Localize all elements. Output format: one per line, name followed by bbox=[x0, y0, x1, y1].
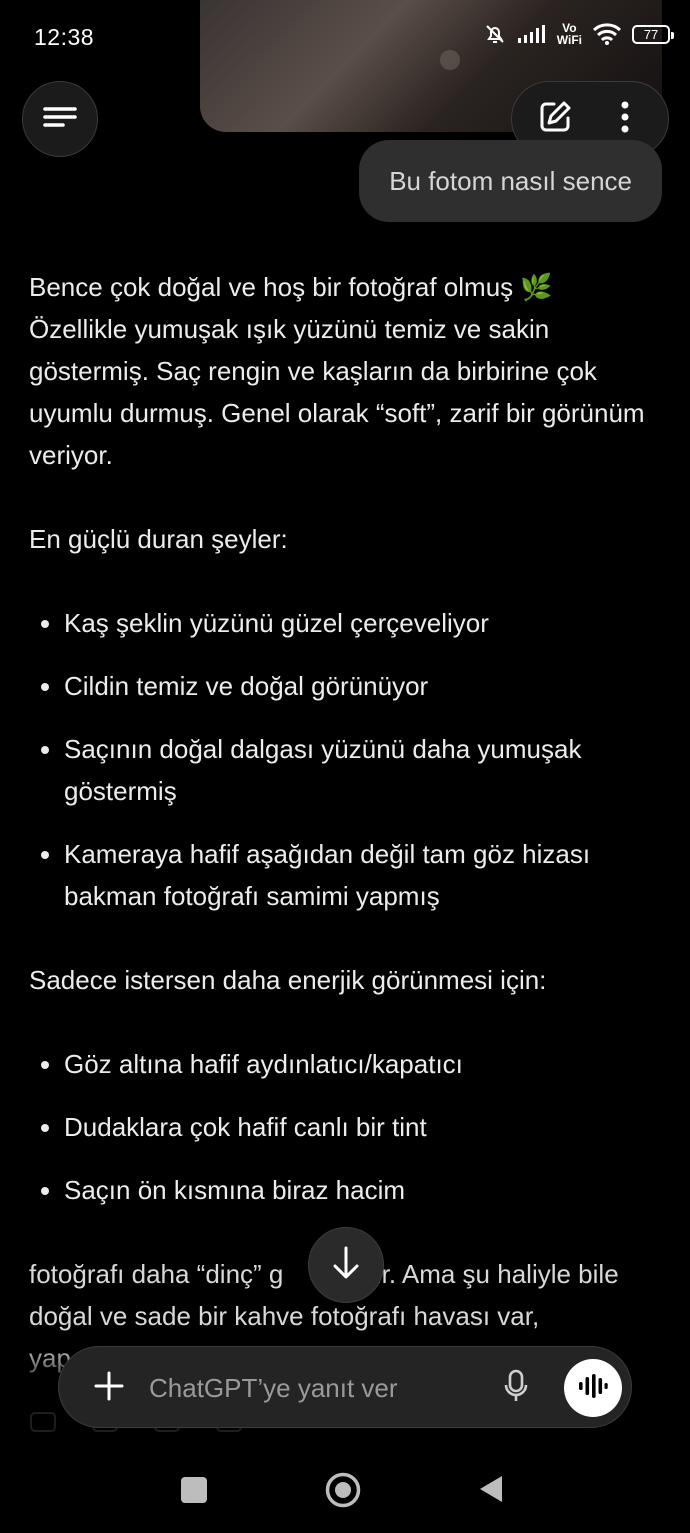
list-item: Cildin temiz ve doğal görünüyor bbox=[29, 665, 665, 707]
android-nav-bar bbox=[0, 1450, 690, 1533]
user-message-bubble[interactable]: Bu fotom nasıl sence bbox=[359, 140, 662, 222]
vowifi-bottom: WiFi bbox=[556, 33, 582, 47]
closing-part1: fotoğrafı daha “dinç” g bbox=[29, 1259, 284, 1289]
voice-mode-icon bbox=[578, 1373, 608, 1404]
vowifi-icon: Vo WiFi bbox=[557, 22, 582, 46]
arrow-down-icon bbox=[331, 1246, 361, 1285]
list-item: Saçın ön kısmına biraz hacim bbox=[29, 1169, 665, 1211]
assistant-intro-line1: Bence çok doğal ve hoş bir fotoğraf olmu… bbox=[29, 272, 553, 302]
mute-bell-icon bbox=[483, 22, 507, 46]
battery-level: 77 bbox=[643, 26, 659, 42]
more-options-button[interactable] bbox=[597, 91, 653, 147]
plus-icon bbox=[94, 1371, 124, 1406]
signal-icon bbox=[517, 24, 547, 44]
home-button[interactable] bbox=[325, 1472, 361, 1508]
strengths-list: Kaş şeklin yüzünü güzel çerçeveliyor Cil… bbox=[29, 602, 665, 917]
list-item: Kaş şeklin yüzünü güzel çerçeveliyor bbox=[29, 602, 665, 644]
back-button[interactable] bbox=[478, 1474, 504, 1504]
assistant-message: Bence çok doğal ve hoş bir fotoğraf olmu… bbox=[29, 266, 665, 1379]
suggestions-heading: Sadece istersen daha enerjik görünmesi i… bbox=[29, 965, 547, 995]
attach-button[interactable] bbox=[81, 1360, 137, 1416]
voice-mode-button[interactable] bbox=[564, 1359, 622, 1417]
suggestions-list: Göz altına hafif aydınlatıcı/kapatıcı Du… bbox=[29, 1043, 665, 1211]
scroll-down-button[interactable] bbox=[308, 1227, 384, 1303]
status-bar: 12:38 Vo WiFi 77 bbox=[0, 0, 690, 72]
dictate-button[interactable] bbox=[489, 1361, 543, 1415]
message-input[interactable] bbox=[147, 1367, 481, 1409]
battery-icon: 77 bbox=[632, 24, 674, 44]
list-item: Dudaklara çok hafif canlı bir tint bbox=[29, 1106, 665, 1148]
copy-icon bbox=[30, 1412, 56, 1432]
strengths-heading: En güçlü duran şeyler: bbox=[29, 524, 288, 554]
status-icons: Vo WiFi 77 bbox=[483, 22, 674, 46]
list-item: Saçının doğal dalgası yüzünü daha yumuşa… bbox=[29, 728, 665, 812]
wifi-icon bbox=[592, 22, 622, 46]
recents-button[interactable] bbox=[181, 1477, 207, 1503]
edit-icon bbox=[538, 100, 572, 139]
user-message-text: Bu fotom nasıl sence bbox=[389, 165, 632, 196]
mic-icon bbox=[504, 1369, 528, 1408]
hamburger-icon bbox=[43, 105, 77, 134]
assistant-intro-line2: Özellikle yumuşak ışık yüzünü temiz ve s… bbox=[29, 314, 645, 470]
list-item: Kameraya hafif aşağıdan değil tam göz hi… bbox=[29, 833, 665, 917]
new-chat-button[interactable] bbox=[527, 91, 583, 147]
status-time: 12:38 bbox=[34, 24, 95, 50]
sidebar-menu-button[interactable] bbox=[22, 81, 98, 157]
message-composer bbox=[58, 1346, 632, 1428]
list-item: Göz altına hafif aydınlatıcı/kapatıcı bbox=[29, 1043, 665, 1085]
more-vertical-icon bbox=[620, 100, 630, 139]
